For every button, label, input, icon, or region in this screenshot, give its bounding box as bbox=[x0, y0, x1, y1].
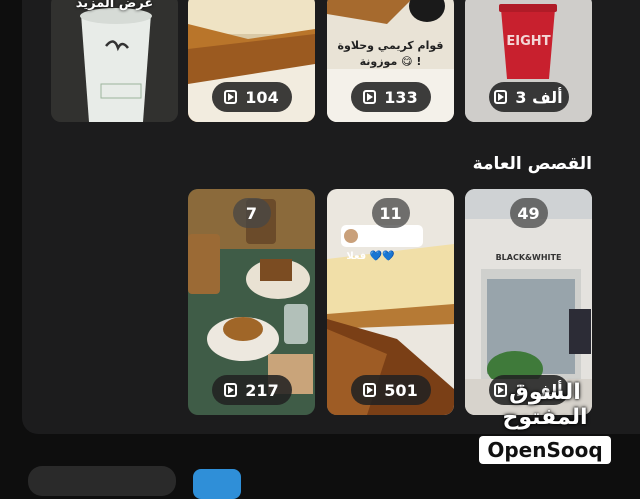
watermark-arabic: السوق المفتوح bbox=[502, 380, 588, 430]
public-stories-title: القصص العامة bbox=[472, 154, 592, 174]
story-count-badge: 7 bbox=[232, 198, 271, 228]
story-thumbnail-card[interactable]: EIGHT 3 ألف bbox=[465, 0, 592, 122]
show-more-label[interactable]: عرض المزيد bbox=[51, 0, 178, 11]
story-count-badge: 49 bbox=[509, 198, 548, 228]
bottom-action-button[interactable] bbox=[193, 469, 241, 499]
cup-brand-text: EIGHT bbox=[506, 34, 551, 49]
opensooq-watermark: السوق المفتوح OpenSooq bbox=[470, 380, 620, 464]
public-story-card[interactable]: فعلا 💙💙 11 501 bbox=[327, 189, 454, 415]
play-icon bbox=[494, 90, 508, 104]
story-caption: قوام كريمي وحلاوة موزونة 😋 ! bbox=[337, 39, 444, 68]
watermark-latin: OpenSooq bbox=[479, 436, 611, 464]
public-story-card[interactable]: 7 217 bbox=[188, 189, 315, 415]
play-icon bbox=[363, 90, 377, 104]
view-count: 133 bbox=[384, 87, 418, 107]
play-icon bbox=[363, 383, 377, 397]
play-icon bbox=[224, 90, 238, 104]
story-thumbnail-card[interactable]: 104 bbox=[188, 0, 315, 122]
play-icon bbox=[224, 383, 238, 397]
view-count: 501 bbox=[384, 380, 418, 400]
view-count: 104 bbox=[245, 87, 279, 107]
story-thumbnail-card[interactable]: قوام كريمي وحلاوة موزونة 😋 ! 133 bbox=[327, 0, 454, 122]
show-more-card[interactable]: عرض المزيد bbox=[51, 0, 178, 122]
view-count-pill: 217 bbox=[211, 375, 292, 405]
view-count-pill: 501 bbox=[350, 375, 431, 405]
coffee-cup-thumbnail bbox=[51, 0, 178, 122]
view-count: 3 ألف bbox=[515, 87, 563, 107]
brand-sign-text: BLACK&WHITE bbox=[495, 253, 562, 262]
story-caption: فعلا 💙💙 bbox=[346, 251, 395, 262]
view-count-pill: 133 bbox=[350, 82, 431, 112]
story-count-badge: 11 bbox=[371, 198, 410, 228]
view-count: 217 bbox=[245, 380, 279, 400]
view-count-pill: 3 ألف bbox=[488, 82, 569, 112]
view-count-pill: 104 bbox=[211, 82, 292, 112]
bottom-button[interactable] bbox=[28, 466, 176, 496]
